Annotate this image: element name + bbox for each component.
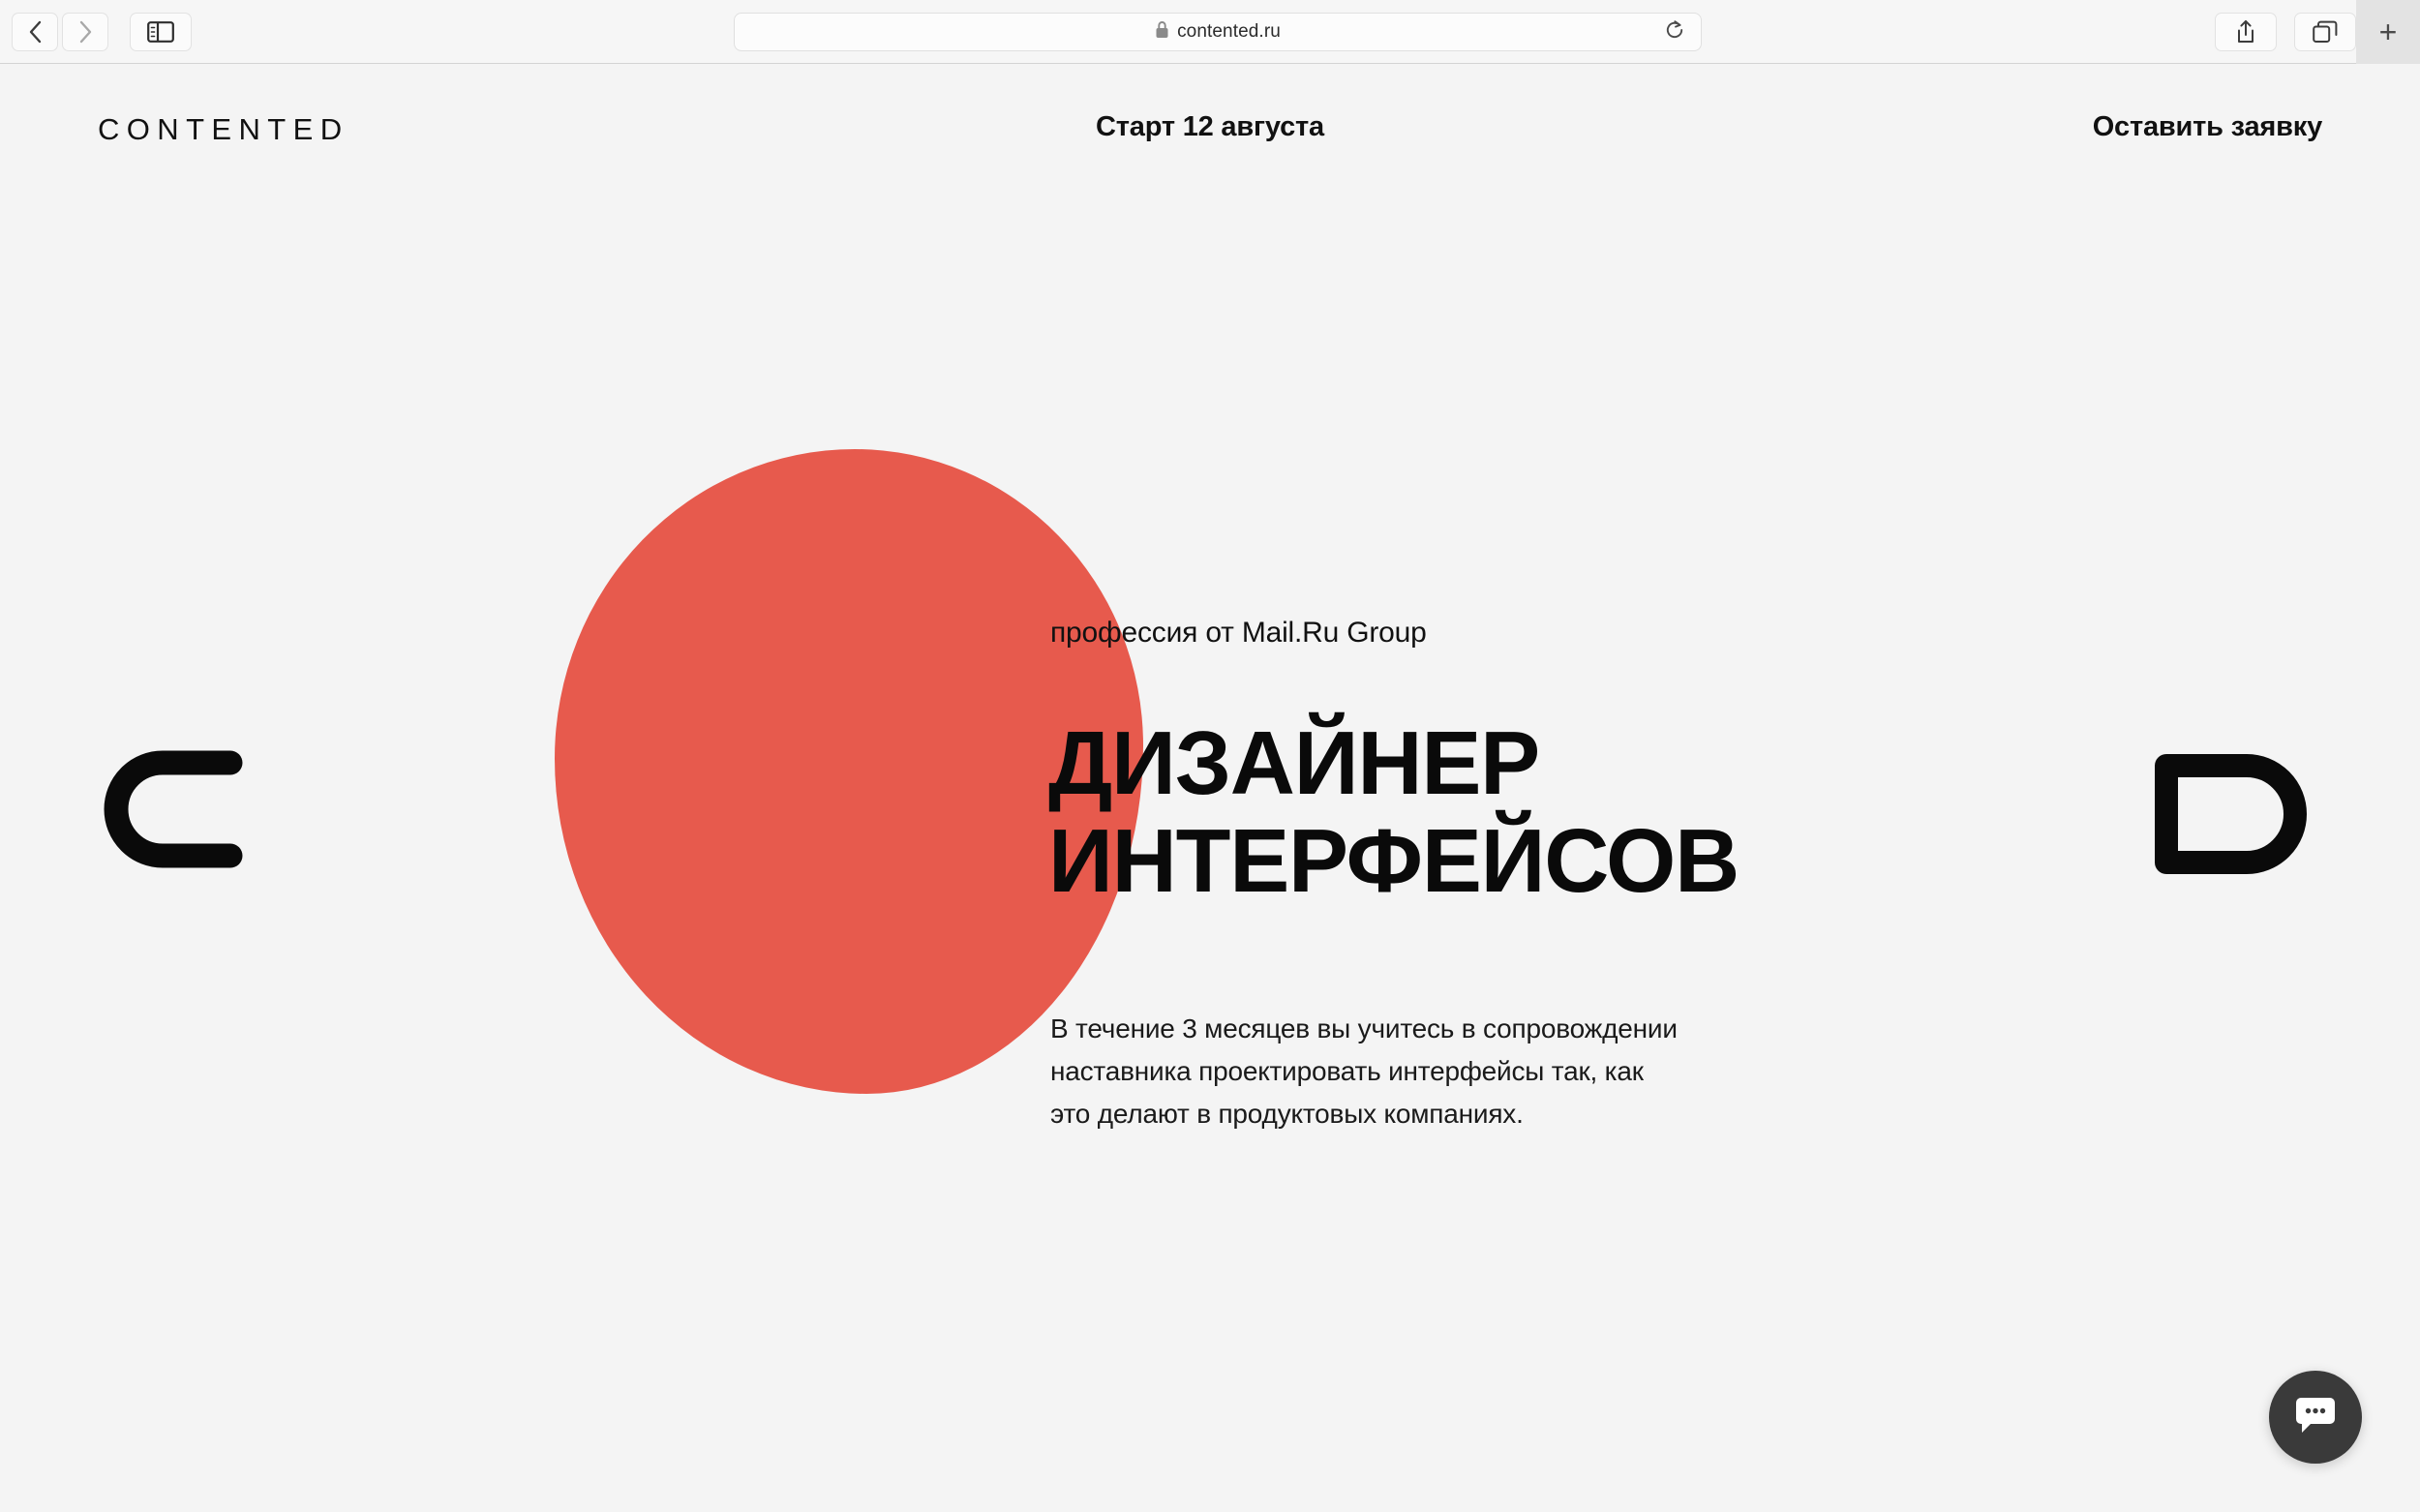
hero-eyebrow: профессия от Mail.Ru Group xyxy=(1050,617,1427,649)
address-bar-url: contented.ru xyxy=(1177,21,1281,42)
sidebar-button-wrap xyxy=(130,12,192,51)
decorative-letter-c xyxy=(58,674,252,930)
hero-description: В течение 3 месяцев вы учитесь в сопрово… xyxy=(1050,1008,1678,1135)
lock-icon xyxy=(1155,20,1169,44)
chevron-left-icon xyxy=(28,20,43,44)
navigation-button-group xyxy=(12,12,108,51)
hero-title: ДИЗАЙНЕР ИНТЕРФЕЙСОВ xyxy=(1048,712,1739,912)
site-header: CONTENTED Старт 12 августа Оставить заяв… xyxy=(0,64,2420,178)
hero-title-line-2: ИНТЕРФЕЙСОВ xyxy=(1048,810,1739,912)
tab-overview-icon xyxy=(2313,20,2338,44)
share-button[interactable] xyxy=(2215,13,2277,51)
browser-toolbar: contented.ru + xyxy=(0,0,2420,64)
address-bar[interactable]: contented.ru xyxy=(734,13,1702,51)
leave-request-link[interactable]: Оставить заявку xyxy=(2093,113,2323,141)
share-icon xyxy=(2235,19,2256,45)
hero-description-line-3: это делают в продуктовых компаниях. xyxy=(1050,1098,1524,1129)
reload-button[interactable] xyxy=(1662,19,1687,45)
sidebar-toggle-icon xyxy=(147,20,174,43)
hero-description-line-1: В течение 3 месяцев вы учитесь в сопрово… xyxy=(1050,1013,1678,1043)
back-button[interactable] xyxy=(12,12,58,51)
toolbar-right-group xyxy=(2215,13,2356,51)
decorative-letter-d xyxy=(2145,679,2358,935)
hero-title-line-1: ДИЗАЙНЕР xyxy=(1048,712,1540,813)
address-bar-content: contented.ru xyxy=(1155,20,1281,44)
chevron-right-icon xyxy=(78,20,93,44)
new-tab-button[interactable]: + xyxy=(2356,0,2420,64)
forward-button[interactable] xyxy=(62,12,108,51)
sidebar-toggle-button[interactable] xyxy=(130,12,192,51)
tab-overview-button[interactable] xyxy=(2294,13,2356,51)
chat-bubble-icon xyxy=(2293,1395,2338,1440)
reload-icon xyxy=(1664,19,1685,45)
chat-widget-button[interactable] xyxy=(2269,1371,2362,1464)
page-content: CONTENTED Старт 12 августа Оставить заяв… xyxy=(0,64,2420,1512)
start-date-label: Старт 12 августа xyxy=(1096,111,1324,142)
hero-description-line-2: наставника проектировать интерфейсы так,… xyxy=(1050,1055,1644,1086)
